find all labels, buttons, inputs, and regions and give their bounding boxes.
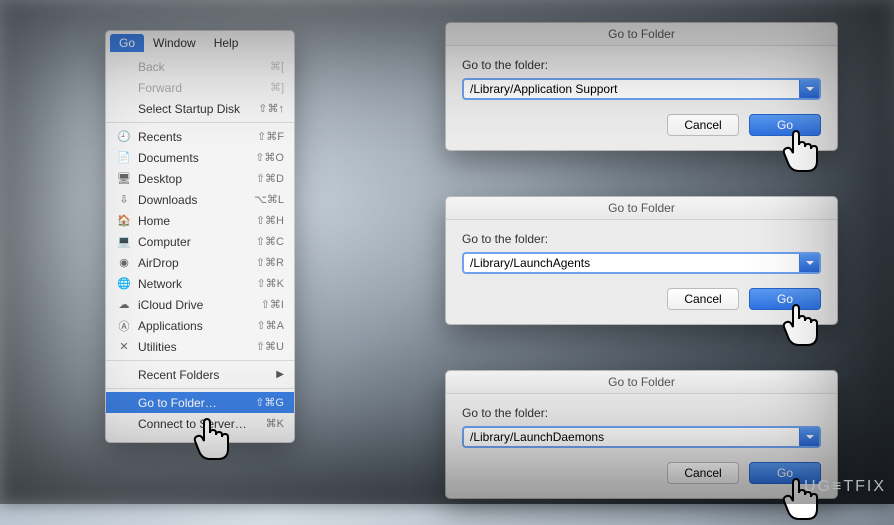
- menu-item-recents[interactable]: 🕘 Recents⇧⌘F: [106, 126, 294, 147]
- menu-shortcut: ⇧⌘H: [256, 214, 284, 227]
- menu-label: Connect to Server…: [138, 417, 266, 431]
- menu-item-go-to-folder[interactable]: Go to Folder… ⇧⌘G: [106, 392, 294, 413]
- dialog-label: Go to the folder:: [462, 58, 821, 72]
- menu-label: Forward: [138, 81, 270, 95]
- menu-shortcut: ⇧⌘↑: [258, 102, 284, 115]
- folder-path-input[interactable]: [464, 80, 799, 98]
- menu-tabs: Go Window Help: [106, 31, 294, 52]
- menu-item-downloads[interactable]: ⇩ Downloads⌥⌘L: [106, 189, 294, 210]
- menu-separator: [106, 122, 294, 123]
- documents-icon: 📄: [116, 151, 132, 165]
- menu-tab-window[interactable]: Window: [144, 34, 205, 52]
- menu-label: Utilities: [138, 340, 256, 354]
- go-button[interactable]: Go: [749, 114, 821, 136]
- menu-shortcut: ⇧⌘R: [256, 256, 284, 269]
- cancel-button[interactable]: Cancel: [667, 288, 739, 310]
- menu-label: Select Startup Disk: [138, 102, 258, 116]
- menu-shortcut: ⇧⌘O: [255, 151, 284, 164]
- menu-item-icloud-drive[interactable]: ☁ iCloud Drive⇧⌘I: [106, 294, 294, 315]
- dropdown-button[interactable]: [799, 254, 819, 272]
- dropdown-button[interactable]: [799, 80, 819, 98]
- dialog-label: Go to the folder:: [462, 406, 821, 420]
- dialog-title: Go to Folder: [446, 371, 837, 394]
- menu-label: Home: [138, 214, 256, 228]
- menu-label: AirDrop: [138, 256, 256, 270]
- menu-label: Applications: [138, 319, 256, 333]
- applications-icon: Ⓐ: [116, 319, 132, 333]
- go-to-folder-dialog: Go to Folder Go to the folder: Cancel Go: [445, 196, 838, 325]
- menu-shortcut: ⌘[: [270, 60, 284, 73]
- menu-separator: [106, 388, 294, 389]
- cancel-button[interactable]: Cancel: [667, 462, 739, 484]
- folder-path-combo[interactable]: [462, 426, 821, 448]
- folder-path-combo[interactable]: [462, 78, 821, 100]
- dialog-title: Go to Folder: [446, 23, 837, 46]
- menu-label: Downloads: [138, 193, 254, 207]
- menu-item-computer[interactable]: 💻 Computer⇧⌘C: [106, 231, 294, 252]
- utilities-icon: ✕: [116, 340, 132, 354]
- go-to-folder-dialog: Go to Folder Go to the folder: Cancel Go: [445, 22, 838, 151]
- go-to-folder-dialog: Go to Folder Go to the folder: Cancel Go: [445, 370, 838, 499]
- menu-item-airdrop[interactable]: ◉ AirDrop⇧⌘R: [106, 252, 294, 273]
- menu-label: Network: [138, 277, 256, 291]
- home-icon: 🏠: [116, 214, 132, 228]
- go-menu-panel: Go Window Help Back ⌘[ Forward ⌘] Select…: [105, 30, 295, 443]
- menu-label: Documents: [138, 151, 255, 165]
- menu-item-home[interactable]: 🏠 Home⇧⌘H: [106, 210, 294, 231]
- dialog-title: Go to Folder: [446, 197, 837, 220]
- downloads-icon: ⇩: [116, 193, 132, 207]
- menu-item-back: Back ⌘[: [106, 56, 294, 77]
- menu-item-forward: Forward ⌘]: [106, 77, 294, 98]
- menu-separator: [106, 360, 294, 361]
- menu-shortcut: ⇧⌘G: [255, 396, 284, 409]
- go-button[interactable]: Go: [749, 288, 821, 310]
- menu-item-network[interactable]: 🌐 Network⇧⌘K: [106, 273, 294, 294]
- chevron-right-icon: ▶: [276, 369, 284, 380]
- menu-item-documents[interactable]: 📄 Documents⇧⌘O: [106, 147, 294, 168]
- network-icon: 🌐: [116, 277, 132, 291]
- dialog-label: Go to the folder:: [462, 232, 821, 246]
- menu-label: Back: [138, 60, 270, 74]
- chevron-down-icon: [806, 433, 814, 441]
- menu-item-recent-folders[interactable]: Recent Folders ▶: [106, 364, 294, 385]
- computer-icon: 💻: [116, 235, 132, 249]
- icloud-icon: ☁: [116, 298, 132, 312]
- airdrop-icon: ◉: [116, 256, 132, 270]
- menu-label: Desktop: [138, 172, 256, 186]
- menu-item-connect-server[interactable]: Connect to Server… ⌘K: [106, 413, 294, 434]
- menu-shortcut: ⇧⌘U: [256, 340, 284, 353]
- menu-tab-help[interactable]: Help: [205, 34, 248, 52]
- menu-label: iCloud Drive: [138, 298, 261, 312]
- menu-shortcut: ⇧⌘D: [256, 172, 284, 185]
- menu-item-applications[interactable]: Ⓐ Applications⇧⌘A: [106, 315, 294, 336]
- menu-item-utilities[interactable]: ✕ Utilities⇧⌘U: [106, 336, 294, 357]
- menu-item-startup-disk[interactable]: Select Startup Disk ⇧⌘↑: [106, 98, 294, 119]
- chevron-down-icon: [806, 85, 814, 93]
- menu-label: Computer: [138, 235, 256, 249]
- menu-item-desktop[interactable]: 🖥 Desktop⇧⌘D: [106, 168, 294, 189]
- cancel-button[interactable]: Cancel: [667, 114, 739, 136]
- menu-tab-go[interactable]: Go: [110, 34, 144, 52]
- menu-label: Recent Folders: [138, 368, 276, 382]
- menu-shortcut: ⌘]: [270, 81, 284, 94]
- menu-shortcut: ⇧⌘K: [256, 277, 284, 290]
- dropdown-button[interactable]: [799, 428, 819, 446]
- desktop-icon: 🖥: [116, 172, 132, 186]
- menu-shortcut: ⌥⌘L: [254, 193, 284, 206]
- folder-path-input[interactable]: [464, 428, 799, 446]
- recents-icon: 🕘: [116, 130, 132, 144]
- menu-shortcut: ⇧⌘A: [256, 319, 284, 332]
- folder-path-combo[interactable]: [462, 252, 821, 274]
- menu-shortcut: ⌘K: [266, 417, 284, 430]
- menu-shortcut: ⇧⌘F: [257, 130, 284, 143]
- chevron-down-icon: [806, 259, 814, 267]
- menu-label: Go to Folder…: [138, 396, 255, 410]
- watermark: UG≡TFIX: [804, 478, 886, 496]
- menu-shortcut: ⇧⌘I: [261, 298, 284, 311]
- menu-shortcut: ⇧⌘C: [256, 235, 284, 248]
- menu-label: Recents: [138, 130, 257, 144]
- folder-path-input[interactable]: [464, 254, 799, 272]
